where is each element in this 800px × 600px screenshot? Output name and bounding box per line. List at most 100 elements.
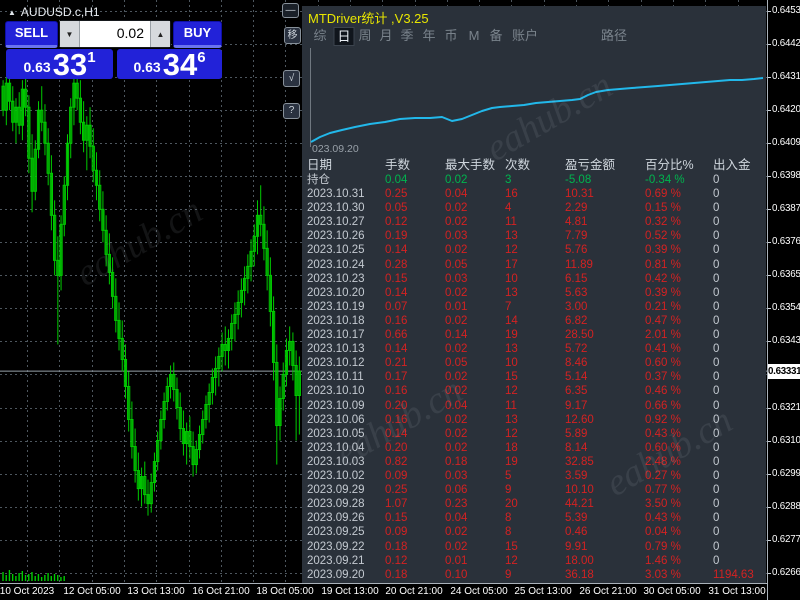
table-cell: 0 xyxy=(713,343,720,356)
tab-周[interactable]: 周 xyxy=(355,27,374,44)
price-tick xyxy=(768,143,771,144)
sell-button[interactable]: SELL xyxy=(5,21,58,48)
mtdriver-stats-panel: MTDriver统计 ,V3.25 综日周月季年币 M 备账户 路径 023.09.2… xyxy=(302,6,766,583)
time-axis-label: 20 Oct 21:00 xyxy=(385,586,443,597)
table-cell: 2023.10.17 xyxy=(307,329,365,341)
table-row: 2023.10.19 0.07 0.01 7 3.00 0.21 % 0 xyxy=(302,300,766,314)
collapse-triangle-icon[interactable]: ▲ xyxy=(8,8,16,17)
table-cell: 2.29 xyxy=(565,202,588,215)
table-cell: 0.02 xyxy=(445,413,468,426)
price-tick xyxy=(768,341,771,342)
table-cell: 2023.10.05 xyxy=(307,427,365,440)
tab-M[interactable]: M xyxy=(466,27,483,44)
table-row: 2023.09.20 0.18 0.10 9 36.18 3.03 % 1194.63 xyxy=(302,568,766,582)
table-row: 2023.10.10 0.16 0.02 12 6.35 0.46 % 0 xyxy=(302,384,766,398)
table-cell: 11.89 xyxy=(565,258,593,271)
table-cell: 0.20 xyxy=(385,441,408,454)
table-cell: 0.02 xyxy=(445,526,468,539)
table-cell: 2023.09.25 xyxy=(307,526,365,539)
table-cell: 0.04 xyxy=(445,399,468,412)
table-row: 2023.09.21 0.12 0.01 12 18.00 1.46 % 0 xyxy=(302,554,766,568)
price-axis-label: 0.64200 xyxy=(772,104,800,115)
price-axis-label: 0.63100 xyxy=(772,435,800,446)
table-cell: 36.18 xyxy=(565,568,594,581)
table-cell: 0.25 xyxy=(385,188,408,200)
price-tick xyxy=(768,441,771,442)
table-row: 2023.10.26 0.19 0.03 13 7.79 0.52 % 0 xyxy=(302,229,766,243)
volume-decrease-button[interactable]: ▼ xyxy=(60,21,79,47)
price-tick xyxy=(768,308,771,309)
table-row: 2023.09.22 0.18 0.02 15 9.91 0.79 % 0 xyxy=(302,540,766,554)
table-cell: 0.28 xyxy=(385,258,408,271)
table-cell: 0 xyxy=(713,470,720,482)
table-cell: 19 xyxy=(505,329,518,341)
table-cell: 5.76 xyxy=(565,244,588,257)
table-cell: 2.01 % xyxy=(645,329,681,341)
sell-price-display[interactable]: 0.63 33 1 xyxy=(6,49,113,80)
table-cell: 2023.09.26 xyxy=(307,512,365,525)
table-cell: 0 xyxy=(713,174,720,186)
table-cell: 0.02 xyxy=(445,244,468,257)
volume-increase-button[interactable]: ▲ xyxy=(151,21,170,47)
tab-月[interactable]: 月 xyxy=(376,27,395,44)
price-tick xyxy=(768,275,771,276)
volume-input[interactable]: 0.02 xyxy=(79,21,151,47)
table-cell: 0.04 % xyxy=(645,526,681,539)
table-cell: 18 xyxy=(505,441,518,454)
price-axis[interactable]: 0.63331 0.64530 0.64420 0.64310 0.64200 0.64… xyxy=(767,0,800,600)
table-cell: 2023.10.04 xyxy=(307,441,365,454)
table-cell: 28.50 xyxy=(565,329,594,341)
table-cell: 0.02 xyxy=(445,540,468,553)
chart-symbol-title[interactable]: ▲ AUDUSD.c,H1 xyxy=(8,5,100,19)
column-header: 最大手数 xyxy=(445,158,496,172)
table-cell: 0.16 xyxy=(385,314,408,327)
table-cell: 0 xyxy=(713,357,720,370)
move-button[interactable]: 移 xyxy=(284,27,301,44)
table-cell: 0 xyxy=(713,230,720,243)
table-cell: 6.82 xyxy=(565,314,588,327)
buy-button[interactable]: BUY xyxy=(173,21,222,48)
table-cell: 0 xyxy=(713,441,720,454)
volume-stepper: ▼ 0.02 ▲ xyxy=(59,20,171,48)
column-header: 日期 xyxy=(307,158,333,172)
tab-年[interactable]: 年 xyxy=(419,27,438,44)
table-cell: 8.14 xyxy=(565,441,588,454)
table-cell: 12 xyxy=(505,244,518,257)
minimize-button[interactable]: — xyxy=(282,3,299,18)
tab-日[interactable]: 日 xyxy=(333,27,355,46)
table-cell: 12.60 xyxy=(565,413,594,426)
table-row: 2023.10.12 0.21 0.05 10 8.46 0.60 % 0 xyxy=(302,356,766,370)
buy-price-base: 0.63 xyxy=(133,59,161,75)
tab-路径[interactable]: 路径 xyxy=(598,27,630,44)
time-axis-label: 19 Oct 13:00 xyxy=(321,586,379,597)
buy-price-display[interactable]: 0.63 34 6 xyxy=(117,47,222,82)
table-cell: 0 xyxy=(713,300,720,313)
tab-备[interactable]: 备 xyxy=(486,27,505,44)
table-row: 2023.10.06 0.16 0.02 13 12.60 0.92 % 0 xyxy=(302,413,766,427)
check-button[interactable]: √ xyxy=(283,70,300,87)
table-cell: 2023.10.06 xyxy=(307,413,365,426)
tab-综[interactable]: 综 xyxy=(310,27,329,44)
table-row: 2023.10.25 0.14 0.02 12 5.76 0.39 % 0 xyxy=(302,243,766,257)
tab-币[interactable]: 币 xyxy=(441,27,460,44)
tab-账户[interactable]: 账户 xyxy=(509,27,541,44)
price-axis-label: 0.64090 xyxy=(772,137,800,148)
tab-季[interactable]: 季 xyxy=(397,27,416,44)
price-axis-label: 0.63870 xyxy=(772,203,800,214)
table-cell: 0 xyxy=(713,385,720,398)
table-cell: 2023.10.02 xyxy=(307,470,365,482)
help-button[interactable]: ? xyxy=(283,103,300,119)
table-row: 2023.10.09 0.20 0.04 11 9.17 0.66 % 0 xyxy=(302,399,766,413)
mt4-terminal: eahub.cn eahub.cn eahub.cn eahub.cn ▲AUD… xyxy=(0,0,800,600)
table-cell: 2023.10.30 xyxy=(307,202,365,215)
time-axis[interactable]: 10 Oct 2023 12 Oct 05:00 13 Oct 13:00 16 Oc… xyxy=(0,583,767,600)
price-axis-label: 0.63210 xyxy=(772,402,800,413)
price-tick xyxy=(768,77,771,78)
table-cell: 0.02 xyxy=(445,286,468,299)
buy-price-big: 34 xyxy=(162,47,198,82)
table-cell: 0.19 xyxy=(385,230,408,243)
table-cell: 2023.10.20 xyxy=(307,286,365,299)
table-cell: 5.39 xyxy=(565,512,588,525)
table-cell: 1194.63 xyxy=(713,568,754,581)
price-tick xyxy=(768,110,771,111)
